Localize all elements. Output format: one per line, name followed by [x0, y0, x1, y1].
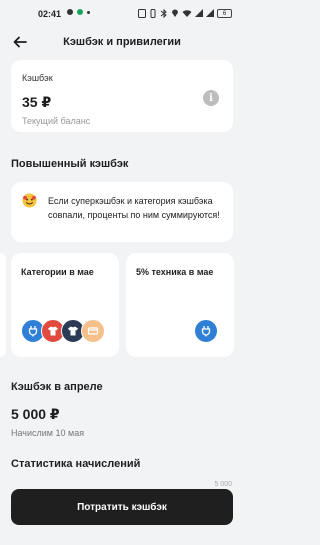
dot-icon — [87, 10, 90, 14]
category-card-tech[interactable]: 5% техника в мае — [126, 253, 234, 357]
category-title: Категории в мае — [21, 267, 94, 277]
section-title-boosted: Повышенный кэшбэк — [11, 158, 129, 170]
category-card-may[interactable]: Категории в мае — [11, 253, 119, 357]
vibrate-icon — [150, 9, 156, 18]
card-icon — [81, 319, 105, 343]
promo-text: Если суперкэшбэк и категория кэшбэка сов… — [48, 196, 220, 220]
signal-icon — [195, 9, 203, 17]
section-title-stats: Статистика начислений — [11, 458, 141, 470]
balance-amount: 35 ₽ — [22, 94, 52, 110]
info-icon[interactable]: i — [203, 90, 219, 106]
status-time: 02:41 — [38, 9, 62, 19]
battery-icon: 6 — [217, 9, 232, 18]
balance-card[interactable]: Кэшбэк 35 ₽ Текущий баланс i — [11, 60, 233, 132]
notification-icons — [67, 9, 90, 15]
status-bar: 02:41 6 — [0, 0, 244, 28]
notification-icon — [67, 9, 73, 15]
balance-sublabel: Текущий баланс — [22, 116, 91, 126]
balance-label: Кэшбэк — [22, 73, 53, 83]
spend-cashback-button[interactable]: Потратить кэшбэк — [11, 489, 233, 525]
plug-icon — [194, 319, 218, 343]
signal-icon-2 — [206, 9, 214, 17]
nfc-icon — [138, 9, 146, 18]
smiling-emoji-icon — [22, 193, 37, 208]
category-card-prev[interactable] — [0, 253, 6, 357]
chart-tick-label: 5 000 — [214, 481, 232, 488]
location-icon — [172, 9, 178, 17]
page-title: Кэшбэк и привилегии — [63, 36, 181, 48]
april-sublabel: Начислим 10 мая — [11, 428, 85, 438]
promo-card: Если суперкэшбэк и категория кэшбэка сов… — [11, 182, 233, 242]
app-header: Кэшбэк и привилегии — [0, 28, 244, 56]
bluetooth-icon — [160, 9, 167, 18]
system-icons: 6 — [138, 9, 232, 18]
wifi-icon — [182, 10, 192, 17]
app-notification-icon — [77, 9, 83, 15]
category-title: 5% техника в мае — [136, 267, 214, 277]
section-title-april: Кэшбэк в апреле — [11, 381, 103, 393]
april-amount: 5 000 ₽ — [11, 406, 60, 422]
